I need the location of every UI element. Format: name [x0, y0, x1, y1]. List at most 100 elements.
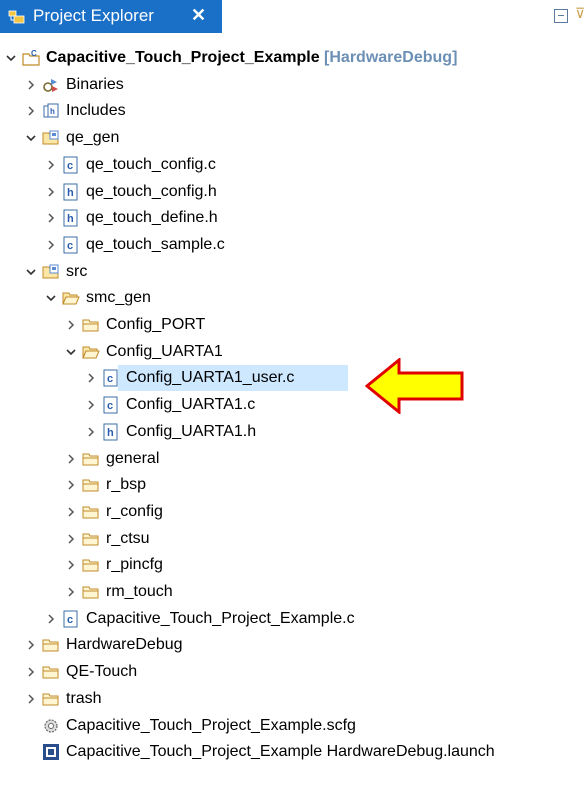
tree-item[interactable]: general — [0, 446, 584, 472]
folder-icon — [42, 690, 60, 708]
tree-item-label: general — [106, 449, 160, 467]
h-file-icon: h — [62, 209, 80, 227]
tree-item-label: Capacitive_Touch_Project_Example.c — [86, 609, 355, 627]
tree-item[interactable]: HardwareDebug — [0, 632, 584, 658]
tree-item[interactable]: trash — [0, 686, 584, 712]
tree-item[interactable]: c qe_touch_sample.c — [0, 232, 584, 258]
svg-text:h: h — [67, 213, 74, 225]
tree-item-label: r_config — [106, 502, 163, 520]
svg-text:c: c — [107, 373, 113, 385]
tree-item[interactable]: Capacitive_Touch_Project_Example Hardwar… — [0, 739, 584, 765]
chevron-right-icon[interactable] — [44, 152, 58, 178]
tree-item[interactable]: Config_PORT — [0, 312, 584, 338]
chevron-right-icon[interactable] — [44, 232, 58, 258]
chevron-right-icon[interactable] — [84, 365, 98, 391]
tree-item-label: src — [66, 262, 88, 280]
tree-item-label: Capacitive_Touch_Project_Example Hardwar… — [66, 743, 495, 761]
tree-item[interactable]: r_bsp — [0, 472, 584, 498]
tree-item[interactable]: qe_gen — [0, 125, 584, 151]
chevron-right-icon[interactable] — [24, 98, 38, 124]
chevron-down-icon[interactable] — [4, 45, 18, 71]
chevron-right-icon[interactable] — [24, 72, 38, 98]
tree-item-label: Config_UARTA1.c — [126, 396, 256, 414]
tree-item-label: QE-Touch — [66, 663, 138, 681]
tree-item-label: Capacitive_Touch_Project_Example.scfg — [66, 716, 356, 734]
h-file-icon: h — [62, 183, 80, 201]
tree-item[interactable]: h Config_UARTA1.h — [0, 419, 584, 445]
tree-item[interactable]: c qe_touch_config.c — [0, 152, 584, 178]
tree-item-label: qe_gen — [66, 129, 120, 147]
tree-item[interactable]: h qe_touch_define.h — [0, 205, 584, 231]
chevron-right-icon[interactable] — [64, 312, 78, 338]
folder-icon — [82, 503, 100, 521]
tree-item-label: r_bsp — [106, 476, 147, 494]
minimize-icon[interactable] — [554, 9, 568, 23]
tree-item[interactable]: QE-Touch — [0, 659, 584, 685]
tree-item-label: HardwareDebug — [66, 636, 183, 654]
tree-item[interactable]: Binaries — [0, 72, 584, 98]
tree-item[interactable]: c Capacitive_Touch_Project_Example.c — [0, 606, 584, 632]
tree-item[interactable]: c Config_UARTA1.c — [0, 392, 584, 418]
view-title: Project Explorer — [33, 6, 154, 25]
h-file-icon: h — [102, 423, 120, 441]
chevron-down-icon[interactable] — [64, 339, 78, 365]
tree-item[interactable]: C Capacitive_Touch_Project_Example [Hardw… — [0, 45, 584, 71]
tree-item-label: Config_UARTA1_user.c — [126, 369, 295, 387]
chevron-right-icon[interactable] — [64, 552, 78, 578]
c-file-icon: c — [62, 236, 80, 254]
folder-icon — [82, 556, 100, 574]
source-folder-icon — [42, 263, 60, 281]
tree-item[interactable]: r_pincfg — [0, 552, 584, 578]
chevron-right-icon[interactable] — [64, 446, 78, 472]
tree-item[interactable]: smc_gen — [0, 285, 584, 311]
c-file-icon: c — [102, 396, 120, 414]
chevron-right-icon[interactable] — [24, 686, 38, 712]
chevron-right-icon[interactable] — [44, 179, 58, 205]
tree-item[interactable]: Config_UARTA1 — [0, 339, 584, 365]
svg-text:c: c — [67, 240, 73, 252]
chevron-right-icon[interactable] — [84, 419, 98, 445]
chevron-right-icon[interactable] — [24, 659, 38, 685]
chevron-right-icon[interactable] — [64, 499, 78, 525]
tree-item[interactable]: h qe_touch_config.h — [0, 179, 584, 205]
tree-item[interactable]: src — [0, 259, 584, 285]
folder-icon — [82, 476, 100, 494]
chevron-right-icon[interactable] — [44, 606, 58, 632]
tree-item-label: qe_touch_sample.c — [86, 235, 225, 253]
view-menu-icon[interactable]: ⊽ — [575, 6, 584, 20]
binaries-icon — [42, 76, 60, 94]
tree-item-label: Capacitive_Touch_Project_Example [Hardwa… — [46, 49, 458, 66]
chevron-right-icon[interactable] — [44, 205, 58, 231]
tree-item-label: qe_touch_define.h — [86, 209, 218, 227]
tree-item-label: trash — [66, 689, 102, 707]
tree-item-label: r_ctsu — [106, 529, 150, 547]
close-icon[interactable]: ✕ — [191, 5, 206, 25]
c-project-icon: C — [22, 49, 40, 67]
tree-item[interactable]: c Config_UARTA1_user.c — [88, 365, 348, 392]
chevron-right-icon[interactable] — [24, 632, 38, 658]
tree-item-label: rm_touch — [106, 583, 173, 600]
tree-item[interactable]: h Includes — [0, 98, 584, 124]
tree-item[interactable]: Capacitive_Touch_Project_Example.scfg — [0, 713, 584, 739]
tree-item-label: smc_gen — [86, 289, 151, 307]
chevron-right-icon[interactable] — [64, 579, 78, 605]
tree-item-label: qe_touch_config.c — [86, 155, 216, 173]
tab-project-explorer[interactable]: Project Explorer ✕ — [0, 0, 222, 33]
svg-text:h: h — [67, 187, 74, 199]
tree-item[interactable]: rm_touch — [0, 579, 584, 605]
c-file-icon: c — [62, 610, 80, 628]
chevron-right-icon[interactable] — [64, 526, 78, 552]
c-file-icon: c — [102, 369, 120, 387]
chevron-down-icon[interactable] — [24, 259, 38, 285]
project-explorer-icon — [8, 9, 26, 25]
tree-item-label: Binaries — [66, 75, 124, 93]
chevron-right-icon[interactable] — [64, 472, 78, 498]
view-tab-bar: Project Explorer ✕ ⊽ — [0, 0, 584, 33]
arrow-left-callout-icon — [365, 358, 464, 414]
chevron-down-icon[interactable] — [44, 285, 58, 311]
svg-text:c: c — [67, 160, 73, 172]
tree-item[interactable]: r_ctsu — [0, 526, 584, 552]
chevron-down-icon[interactable] — [24, 125, 38, 151]
chevron-right-icon[interactable] — [84, 392, 98, 418]
tree-item[interactable]: r_config — [0, 499, 584, 525]
